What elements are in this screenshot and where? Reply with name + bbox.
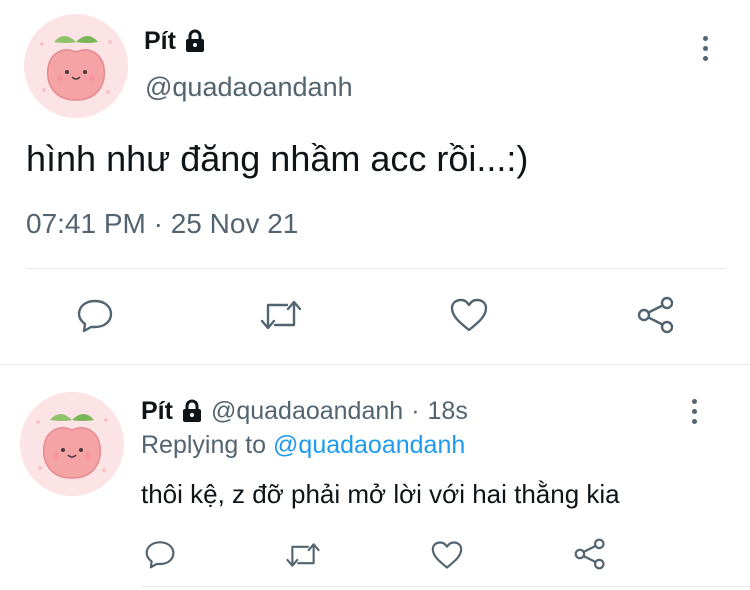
lock-icon — [181, 399, 203, 423]
main-tweet-timestamp[interactable]: 07:41 PM · 25 Nov 21 — [26, 208, 298, 240]
peach-avatar-icon — [20, 392, 124, 496]
main-tweet-text: hình như đăng nhầm acc rồi...:) — [26, 138, 529, 179]
main-tweet-avatar[interactable] — [24, 14, 128, 118]
reply-tweet-handle[interactable]: @quadaoandanh — [211, 397, 403, 426]
replying-to-line: Replying to @quadaoandanh — [141, 431, 465, 460]
bottom-divider — [141, 586, 750, 587]
reply-tweet-avatar[interactable] — [20, 392, 124, 496]
meta-separator: · — [411, 396, 420, 425]
like-icon[interactable] — [449, 297, 489, 333]
share-icon[interactable] — [636, 296, 676, 334]
section-divider — [0, 364, 750, 365]
retweet-icon[interactable] — [285, 540, 321, 570]
retweet-icon[interactable] — [259, 297, 303, 333]
share-icon[interactable] — [573, 538, 607, 570]
reply-icon[interactable] — [76, 297, 114, 333]
lock-icon — [184, 29, 206, 53]
main-tweet-display-name[interactable]: Pít — [144, 27, 176, 56]
reply-tweet-time[interactable]: 18s — [428, 397, 468, 426]
main-tweet-handle[interactable]: @quadaoandanh — [145, 72, 353, 103]
reply-tweet-text: thôi kệ, z đỡ phải mở lời với hai thằng … — [141, 479, 620, 509]
replying-to-label: Replying to — [141, 431, 267, 459]
timestamp-divider — [26, 268, 726, 269]
reply-icon[interactable] — [144, 539, 176, 569]
like-icon[interactable] — [430, 540, 464, 570]
peach-avatar-icon — [24, 14, 128, 118]
reply-tweet-display-name[interactable]: Pít — [141, 397, 173, 426]
reply-tweet-more-icon[interactable] — [692, 399, 697, 424]
main-tweet-more-icon[interactable] — [703, 36, 708, 61]
replying-to-handle-link[interactable]: @quadaoandanh — [273, 431, 465, 459]
